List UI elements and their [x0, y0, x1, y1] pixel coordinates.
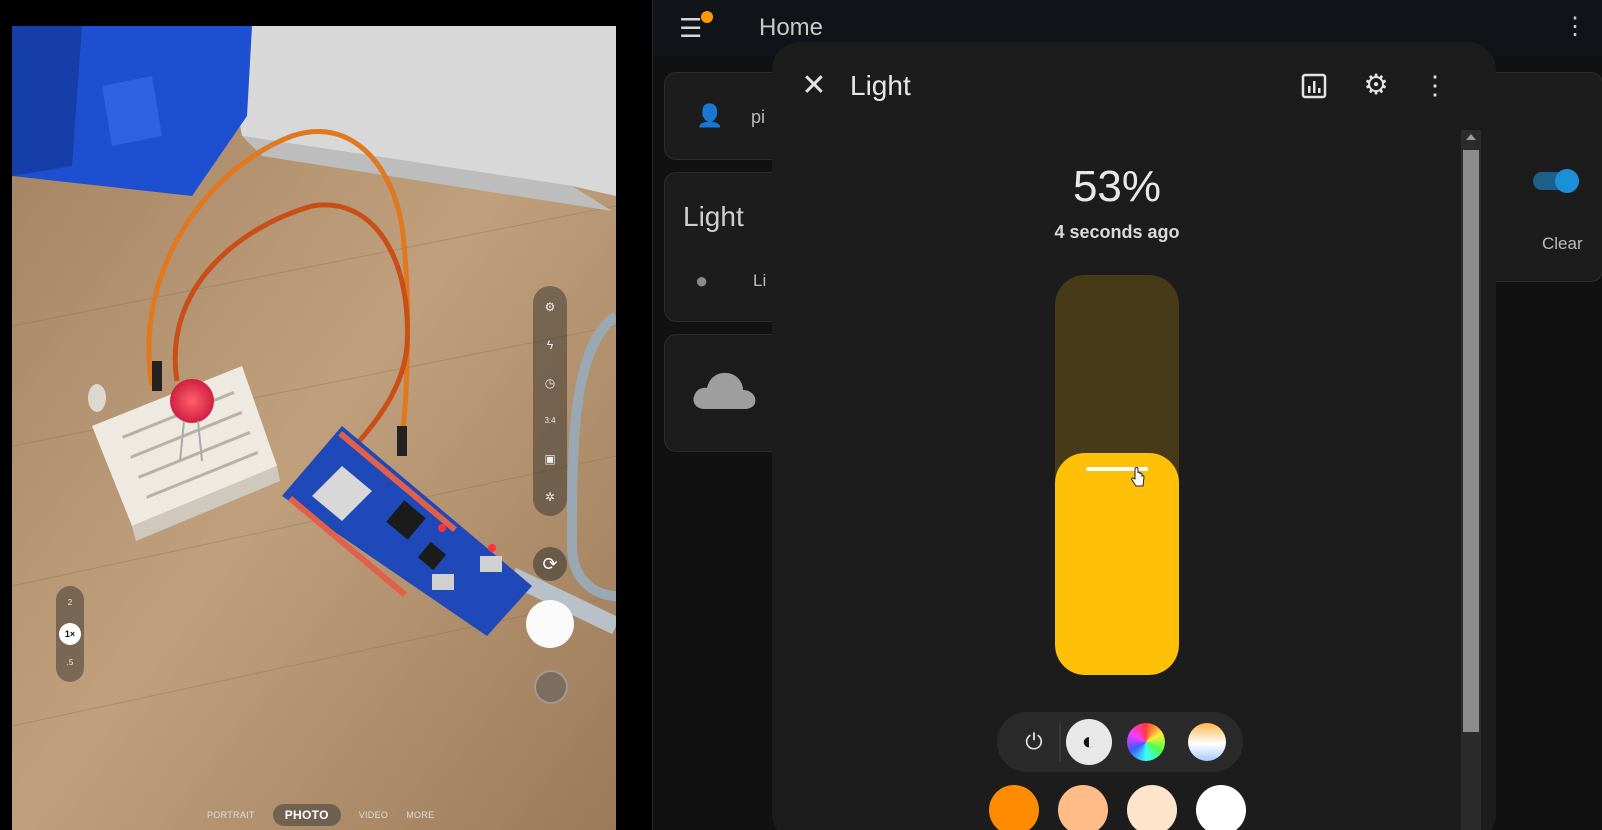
- flash-icon[interactable]: ϟ: [533, 332, 567, 358]
- zoom-option-1x[interactable]: 1×: [59, 623, 81, 645]
- brightness-slider[interactable]: [1055, 275, 1179, 675]
- scrollbar-thumb[interactable]: [1463, 150, 1479, 732]
- screen: ⚙ ϟ ◷ 3:4 ▣ ✲ ⟳ 2 1× .5 PORTRAIT PHOTO V…: [0, 0, 1602, 830]
- light-card-title: Light: [683, 201, 744, 232]
- camera-mode-bar: PORTRAIT PHOTO VIDEO MORE: [207, 804, 434, 826]
- more-vert-icon[interactable]: ⋮: [1422, 70, 1448, 100]
- home-assistant-app: ☰ Home ⋮ 👤 pi Light ● Li Clear ✕ Light ⚙…: [652, 0, 1602, 830]
- viewfinder-photo: [12, 26, 616, 830]
- clear-button[interactable]: Clear: [1542, 234, 1583, 254]
- light-toggle[interactable]: [1533, 169, 1579, 193]
- zoom-selector: 2 1× .5: [56, 586, 84, 682]
- color-swatch-light-peach[interactable]: [1127, 785, 1177, 830]
- person-name: pi: [751, 107, 766, 127]
- camera-settings-toolbar: ⚙ ϟ ◷ 3:4 ▣ ✲: [533, 286, 567, 516]
- light-row-name[interactable]: Li: [753, 271, 766, 291]
- last-changed: 4 seconds ago: [1054, 222, 1180, 242]
- power-icon[interactable]: ⏻: [1011, 719, 1057, 765]
- settings-icon[interactable]: ⚙: [533, 294, 567, 320]
- more-info-dialog: ✕ Light ⚙ ⋮ 53% 4 seconds ago ⏻ ◐: [772, 42, 1496, 830]
- flip-camera-icon[interactable]: ⟳: [533, 547, 567, 581]
- motion-photo-icon[interactable]: ▣: [533, 446, 567, 472]
- lightbulb-icon: ●: [695, 268, 709, 293]
- history-icon[interactable]: [1300, 72, 1328, 100]
- color-temp-icon[interactable]: [1188, 723, 1226, 761]
- mode-divider: [1059, 722, 1061, 762]
- toggle-knob: [1555, 169, 1579, 193]
- color-swatch-orange[interactable]: [989, 785, 1039, 830]
- zoom-option-half[interactable]: .5: [56, 658, 84, 667]
- zoom-option-2[interactable]: 2: [56, 598, 84, 607]
- brightness-slider-fill: [1055, 453, 1179, 675]
- dialog-title: Light: [850, 70, 911, 101]
- mode-more[interactable]: MORE: [406, 810, 434, 820]
- page-title: Home: [759, 14, 824, 41]
- aspect-ratio-icon[interactable]: 3:4: [533, 408, 567, 434]
- settings-icon[interactable]: ⚙: [1362, 70, 1390, 100]
- brightness-mode-icon[interactable]: ◐: [1066, 719, 1112, 765]
- notification-badge: [701, 11, 713, 23]
- filter-icon[interactable]: ✲: [533, 484, 567, 510]
- shutter-button[interactable]: [526, 600, 574, 648]
- light-mode-bar: ⏻ ◐: [997, 712, 1243, 772]
- more-vert-icon[interactable]: ⋮: [1563, 12, 1587, 42]
- mode-photo[interactable]: PHOTO: [272, 804, 341, 826]
- camera-app: ⚙ ϟ ◷ 3:4 ▣ ✲ ⟳ 2 1× .5 PORTRAIT PHOTO V…: [0, 0, 652, 830]
- camera-viewfinder[interactable]: ⚙ ϟ ◷ 3:4 ▣ ✲ ⟳ 2 1× .5 PORTRAIT PHOTO V…: [12, 26, 616, 830]
- hand-cursor-icon: [1131, 467, 1145, 487]
- brightness-value: 53%: [1072, 162, 1162, 211]
- cloud-icon: [693, 372, 756, 409]
- close-icon[interactable]: ✕: [796, 68, 832, 104]
- scroll-up-arrow-icon[interactable]: [1466, 134, 1476, 140]
- mode-portrait[interactable]: PORTRAIT: [207, 810, 255, 820]
- color-swatch-white[interactable]: [1196, 785, 1246, 830]
- color-wheel-icon[interactable]: [1127, 723, 1165, 761]
- mode-video[interactable]: VIDEO: [359, 810, 389, 820]
- dialog-scrollbar[interactable]: [1461, 130, 1481, 830]
- person-icon: 👤: [696, 103, 724, 128]
- timer-icon[interactable]: ◷: [533, 370, 567, 396]
- gallery-thumbnail[interactable]: [534, 670, 568, 704]
- color-swatch-peach[interactable]: [1058, 785, 1108, 830]
